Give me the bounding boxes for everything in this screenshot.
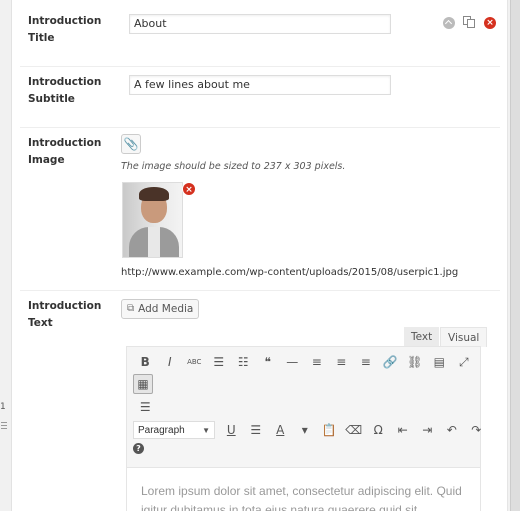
toolbar-row-4: ?: [133, 443, 144, 454]
bullet-list-button[interactable]: ☰: [207, 352, 232, 372]
read-more-button[interactable]: ▤: [427, 352, 452, 372]
toolbar-row-1: B I ABC ☰ ☷ ❝ — ≡ ≡ ≡ 🔗 ⛓ ▤ ⤢: [133, 352, 476, 372]
fullscreen-button[interactable]: ⤢: [452, 352, 477, 372]
remove-image-icon[interactable]: ×: [182, 182, 196, 196]
toolbar-row-align: ☰: [133, 397, 158, 417]
strikethrough-button[interactable]: ABC: [182, 352, 207, 372]
toolbar-row-2: ▦: [133, 374, 153, 394]
label-line: Image: [28, 154, 65, 166]
help-button[interactable]: ?: [133, 443, 144, 454]
blockquote-button[interactable]: ❝: [256, 352, 281, 372]
fields-panel: Introduction Title About × Introduction …: [12, 0, 508, 511]
duplicate-icon[interactable]: [463, 16, 476, 29]
field-label: Introduction Title: [28, 13, 118, 47]
row-number: 1: [0, 402, 6, 412]
bold-button[interactable]: B: [133, 352, 158, 372]
field-row-title: Introduction Title About ×: [20, 0, 500, 67]
remove-link-button[interactable]: ⛓: [403, 352, 428, 372]
add-media-button[interactable]: ⧉ Add Media: [121, 299, 200, 319]
chevron-down-icon: ▼: [202, 425, 210, 435]
redo-button[interactable]: ↷: [464, 420, 489, 440]
tab-visual[interactable]: Visual: [440, 327, 488, 347]
image-thumbnail: [122, 182, 183, 258]
add-media-label: Add Media: [138, 303, 194, 315]
tab-text[interactable]: Text: [404, 327, 440, 347]
attach-image-button[interactable]: 📎: [121, 134, 141, 154]
format-select[interactable]: Paragraph ▼: [133, 421, 215, 439]
outdent-button[interactable]: ⇤: [391, 420, 416, 440]
underline-button[interactable]: U: [219, 420, 244, 440]
drag-handle-icon[interactable]: [1, 422, 7, 432]
special-character-button[interactable]: Ω: [366, 420, 391, 440]
label-line: Text: [28, 317, 53, 329]
align-full-button[interactable]: ☰: [133, 397, 158, 417]
justify-button[interactable]: ☰: [244, 420, 269, 440]
subtitle-input[interactable]: A few lines about me: [129, 75, 391, 95]
insert-link-button[interactable]: 🔗: [378, 352, 403, 372]
label-line: Title: [28, 32, 55, 44]
toolbar-toggle-button[interactable]: ▦: [133, 374, 153, 394]
field-row-subtitle: Introduction Subtitle A few lines about …: [20, 67, 500, 128]
image-url: http://www.example.com/wp-content/upload…: [121, 267, 459, 278]
title-input[interactable]: About: [129, 14, 391, 34]
clear-formatting-button[interactable]: ⌫: [342, 420, 367, 440]
label-line: Introduction: [28, 76, 102, 88]
scrollbar[interactable]: [510, 0, 520, 511]
image-size-hint: The image should be sized to 237 x 303 p…: [121, 161, 346, 172]
row-actions: ×: [443, 16, 496, 29]
align-left-button[interactable]: ≡: [305, 352, 330, 372]
label-line: Introduction: [28, 15, 102, 27]
align-right-button[interactable]: ≡: [354, 352, 379, 372]
indent-button[interactable]: ⇥: [415, 420, 440, 440]
horizontal-line-button[interactable]: —: [280, 352, 305, 372]
field-label: Introduction Text: [28, 298, 118, 332]
label-line: Introduction: [28, 137, 102, 149]
media-icon: ⧉: [127, 303, 135, 314]
delete-icon[interactable]: ×: [484, 16, 496, 29]
italic-button[interactable]: I: [158, 352, 183, 372]
numbered-list-button[interactable]: ☷: [231, 352, 256, 372]
collapse-icon[interactable]: [443, 16, 455, 29]
paste-text-button[interactable]: 📋: [317, 420, 342, 440]
paperclip-icon: 📎: [123, 137, 139, 151]
field-label: Introduction Subtitle: [28, 74, 118, 108]
align-center-button[interactable]: ≡: [329, 352, 354, 372]
editor-content[interactable]: Lorem ipsum dolor sit amet, consectetur …: [127, 467, 480, 511]
undo-button[interactable]: ↶: [440, 420, 465, 440]
text-color-button[interactable]: A: [268, 420, 293, 440]
toolbar-row-3: Paragraph ▼ U ☰ A ▾ 📋 ⌫ Ω ⇤ ⇥ ↶ ↷: [133, 420, 489, 440]
field-label: Introduction Image: [28, 135, 118, 169]
format-select-value: Paragraph: [138, 424, 185, 436]
text-color-dropdown[interactable]: ▾: [293, 420, 318, 440]
label-line: Subtitle: [28, 93, 75, 105]
label-line: Introduction: [28, 300, 102, 312]
rich-text-editor: B I ABC ☰ ☷ ❝ — ≡ ≡ ≡ 🔗 ⛓ ▤ ⤢ ▦ ☰ Paragraph ▼ U ☰ A ▾ 📋 ⌫ Ω…: [126, 346, 481, 511]
left-strip: 1: [0, 0, 12, 511]
